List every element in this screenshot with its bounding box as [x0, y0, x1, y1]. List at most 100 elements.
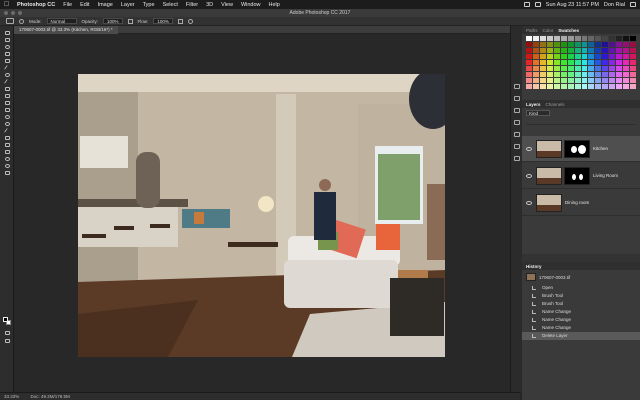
- menu-view[interactable]: View: [221, 2, 233, 8]
- swatch-cell[interactable]: [602, 36, 609, 41]
- swatch-cell[interactable]: [539, 54, 546, 59]
- swatch-cell[interactable]: [546, 84, 553, 89]
- swatch-cell[interactable]: [602, 66, 609, 71]
- swatch-cell[interactable]: [630, 42, 636, 47]
- swatch-cell[interactable]: [526, 48, 532, 53]
- swatch-cell[interactable]: [616, 72, 623, 77]
- swatch-cell[interactable]: [595, 60, 602, 65]
- swatch-cell[interactable]: [553, 84, 560, 89]
- swatch-cell[interactable]: [560, 66, 567, 71]
- type-tool-icon[interactable]: [3, 135, 11, 141]
- gradient-tool-icon[interactable]: [3, 107, 11, 113]
- tab-color[interactable]: Color: [543, 28, 554, 33]
- dodge-tool-icon[interactable]: [3, 121, 11, 127]
- swatch-cell[interactable]: [553, 66, 560, 71]
- swatch-cell[interactable]: [567, 48, 574, 53]
- swatch-cell[interactable]: [532, 78, 539, 83]
- swatch-cell[interactable]: [574, 66, 581, 71]
- layer-filter-select[interactable]: Kind: [526, 110, 550, 116]
- quick-select-tool-icon[interactable]: [3, 51, 11, 57]
- history-step-selected[interactable]: Delete Layer: [522, 332, 640, 340]
- swatch-cell[interactable]: [609, 72, 616, 77]
- swatch-cell[interactable]: [616, 48, 623, 53]
- swatch-cell[interactable]: [602, 60, 609, 65]
- eye-icon[interactable]: [526, 146, 532, 151]
- swatch-cell[interactable]: [560, 48, 567, 53]
- edit-toolbar-icon[interactable]: [3, 170, 11, 176]
- swatch-cell[interactable]: [616, 78, 623, 83]
- clone-source-panel-icon[interactable]: [514, 156, 520, 161]
- swatch-cell[interactable]: [553, 60, 560, 65]
- airbrush-icon[interactable]: [177, 18, 183, 24]
- lasso-tool-icon[interactable]: [3, 44, 11, 50]
- swatch-cell[interactable]: [595, 78, 602, 83]
- swatch-cell[interactable]: [602, 72, 609, 77]
- menu-select[interactable]: Select: [163, 2, 178, 8]
- swatch-cell[interactable]: [623, 66, 630, 71]
- swatch-cell[interactable]: [588, 42, 595, 47]
- swatch-cell[interactable]: [560, 42, 567, 47]
- pressure-size-icon[interactable]: [187, 18, 193, 24]
- search-icon[interactable]: [630, 2, 636, 7]
- swatch-cell[interactable]: [588, 84, 595, 89]
- hand-tool-icon[interactable]: [3, 156, 11, 162]
- history-snapshot[interactable]: 170607-0003.tif: [526, 272, 636, 282]
- brush-tool-preset-icon[interactable]: [6, 18, 14, 24]
- pressure-opacity-icon[interactable]: [127, 18, 133, 24]
- history-step[interactable]: Name Change: [522, 316, 640, 324]
- close-window-button[interactable]: [4, 11, 8, 15]
- swatch-cell[interactable]: [581, 36, 588, 41]
- menu-window[interactable]: Window: [241, 2, 261, 8]
- history-brush-tool-icon[interactable]: [3, 93, 11, 99]
- tab-paths[interactable]: Paths: [526, 28, 538, 33]
- user-name[interactable]: Don Rial: [604, 2, 625, 8]
- foreground-color-swatch[interactable]: [3, 317, 8, 322]
- swatch-cell[interactable]: [609, 36, 616, 41]
- swatch-cell[interactable]: [595, 84, 602, 89]
- quick-mask-icon[interactable]: [3, 330, 11, 336]
- history-step[interactable]: Name Change: [522, 308, 640, 316]
- swatch-cell[interactable]: [630, 84, 636, 89]
- swatch-cell[interactable]: [539, 66, 546, 71]
- screen-mode-icon[interactable]: [3, 338, 11, 344]
- swatch-cell[interactable]: [574, 72, 581, 77]
- swatch-cell[interactable]: [581, 60, 588, 65]
- swatch-cell[interactable]: [581, 42, 588, 47]
- swatch-cell[interactable]: [581, 78, 588, 83]
- swatch-cell[interactable]: [546, 48, 553, 53]
- eye-icon[interactable]: [526, 173, 532, 178]
- crop-tool-icon[interactable]: [3, 58, 11, 64]
- tab-layers[interactable]: Layers: [526, 102, 541, 107]
- move-tool-icon[interactable]: [3, 30, 11, 36]
- swatch-cell[interactable]: [581, 66, 588, 71]
- swatch-cell[interactable]: [623, 78, 630, 83]
- zoom-level[interactable]: 33.33%: [4, 394, 19, 399]
- swatch-cell[interactable]: [567, 72, 574, 77]
- swatch-cell[interactable]: [574, 78, 581, 83]
- swatch-cell[interactable]: [609, 66, 616, 71]
- swatch-cell[interactable]: [532, 54, 539, 59]
- layer-row-kitchen[interactable]: Kitchen: [522, 136, 640, 162]
- swatch-cell[interactable]: [567, 54, 574, 59]
- swatch-cell[interactable]: [526, 60, 532, 65]
- swatch-cell[interactable]: [588, 60, 595, 65]
- swatch-cell[interactable]: [553, 78, 560, 83]
- swatch-cell[interactable]: [616, 60, 623, 65]
- swatch-grid[interactable]: [526, 36, 636, 94]
- swatch-cell[interactable]: [630, 72, 636, 77]
- swatch-cell[interactable]: [539, 78, 546, 83]
- adjustments-panel-icon[interactable]: [514, 108, 520, 113]
- zoom-tool-icon[interactable]: [3, 163, 11, 169]
- mode-select[interactable]: Normal: [46, 18, 77, 24]
- eye-icon[interactable]: [526, 200, 532, 205]
- swatch-cell[interactable]: [602, 78, 609, 83]
- minimize-window-button[interactable]: [11, 11, 15, 15]
- swatch-cell[interactable]: [532, 42, 539, 47]
- swatch-cell[interactable]: [574, 48, 581, 53]
- swatch-cell[interactable]: [595, 48, 602, 53]
- apple-icon[interactable]: : [4, 1, 11, 8]
- swatch-cell[interactable]: [539, 84, 546, 89]
- swatch-cell[interactable]: [630, 66, 636, 71]
- swatch-cell[interactable]: [630, 36, 636, 41]
- swatch-cell[interactable]: [567, 60, 574, 65]
